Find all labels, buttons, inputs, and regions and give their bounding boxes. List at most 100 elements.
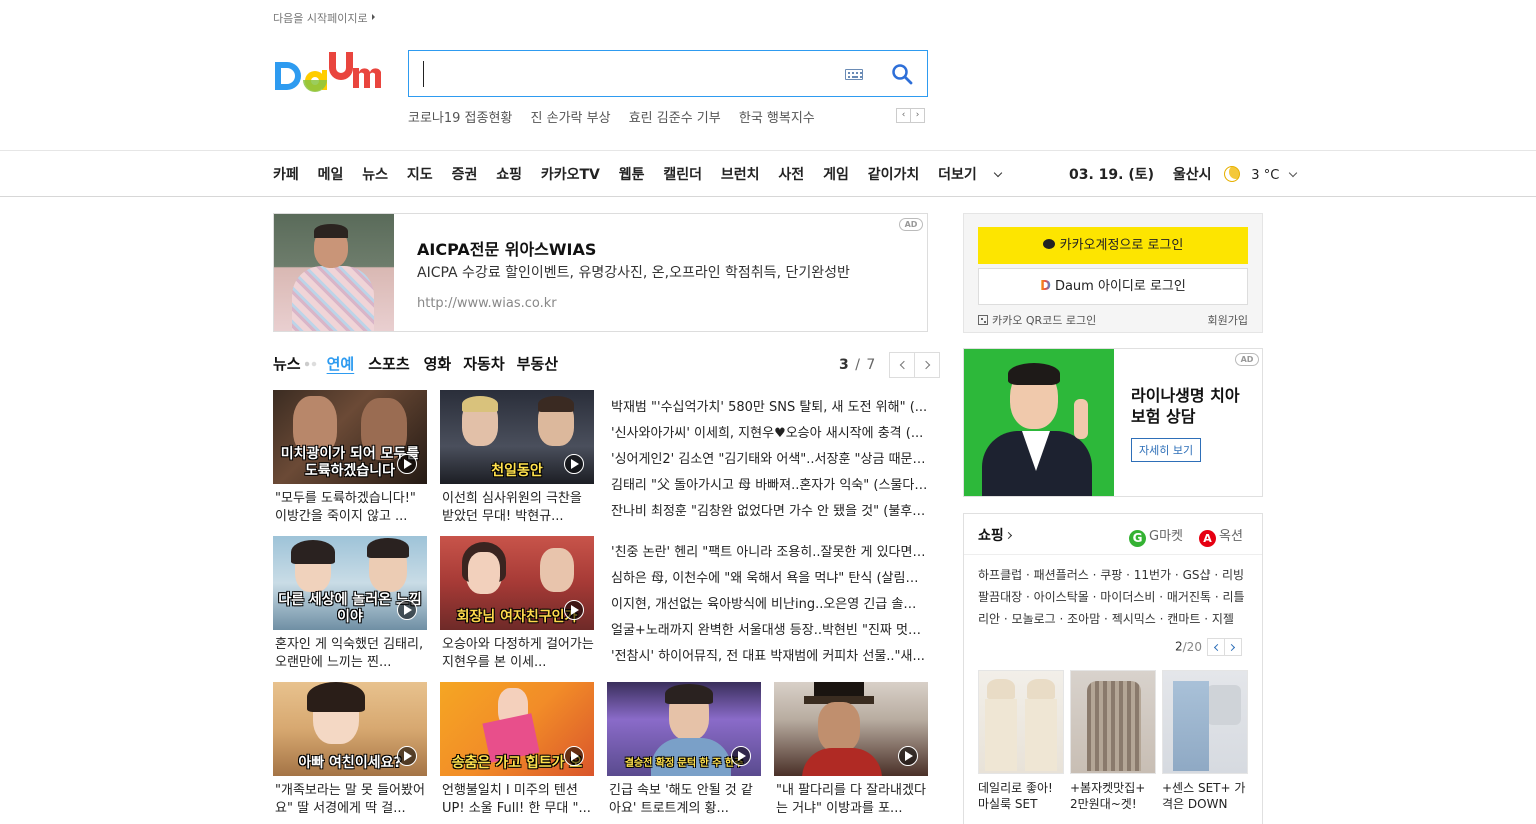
headline-link[interactable]: '전참시' 하이어뮤직, 전 대표 박재범에 커피차 선물.."새... [611, 645, 928, 664]
nav-game[interactable]: 게임 [823, 167, 849, 183]
gmarket-label: G마켓 [1149, 529, 1183, 544]
news-tabs: 뉴스 연예 스포츠 영화 자동차 부동산 [273, 353, 568, 374]
video-thumbnail[interactable]: 송춤은 가고 힙트가 오 [440, 682, 594, 776]
play-icon [397, 600, 417, 620]
headline-link[interactable]: 잔나비 최정훈 "김창완 없었다면 가수 안 됐을 것" (불후의... [611, 500, 928, 519]
tab-car[interactable]: 자동차 [463, 355, 504, 373]
video-caption[interactable]: 혼자인 게 익숙했던 김태리, 오랜만에 느끼는 찐... [275, 636, 429, 672]
video-caption[interactable]: 긴급 속보 '해도 안될 것 같아요' 트로트계의 황... [609, 782, 763, 818]
nav-map[interactable]: 지도 [407, 167, 433, 183]
play-icon [898, 746, 918, 766]
video-thumbnail[interactable]: 아빠 여친이세요? [273, 682, 427, 776]
play-icon [397, 454, 417, 474]
news-pager: 3 / 7 [839, 352, 940, 378]
side-banner-ad[interactable]: 라이나생명 치아보험 상담 자세히 보기 AD [963, 348, 1263, 497]
nav-more[interactable]: 더보기 [938, 167, 1002, 183]
nav-dictionary[interactable]: 사전 [778, 167, 804, 183]
headline-link[interactable]: '싱어게인2' 김소연 "김기태와 어색"..서장훈 "상금 때문에... [611, 448, 928, 467]
video-caption[interactable]: 오승아와 다정하게 걸어가는 지현우를 본 이세... [442, 636, 596, 672]
product-image[interactable] [1070, 670, 1156, 774]
search-input[interactable] [423, 61, 823, 87]
video-caption[interactable]: "내 팔다리를 다 잘라내겠다는 거냐" 이방과를 포... [776, 782, 930, 818]
weather-widget[interactable]: 03. 19. (토) 울산시 3 °C [1069, 164, 1298, 184]
trend-item[interactable]: 코로나19 접종현황 [408, 111, 512, 126]
trend-item[interactable]: 한국 행복지수 [739, 111, 815, 126]
signup-link[interactable]: 회원가입 [1208, 312, 1248, 328]
shopping-prev-button[interactable] [1206, 638, 1225, 656]
shopping-mall-links[interactable]: 하프클럽 · 패션플러스 · 쿠팡 · 11번가 · GS샵 · 리빙팔끔대장 … [978, 564, 1250, 630]
video-thumbnail[interactable]: 다른 세상에 놀러온 느낌이야 [273, 536, 427, 630]
video-caption[interactable]: "개족보라는 말 못 들어봤어요" 딸 서경에게 딱 걸... [275, 782, 429, 818]
headline-link[interactable]: 박재범 "'수십억가치' 580만 SNS 탈퇴, 새 도전 위해" (... [611, 396, 928, 415]
ad-title: 라이나생명 치아보험 상담 [1131, 386, 1240, 426]
nav-webtoon[interactable]: 웹툰 [619, 167, 645, 183]
play-icon [731, 746, 751, 766]
product-caption[interactable]: +봄자켓맛집+ 2만원대~겟! [1070, 780, 1156, 812]
ad-more-button[interactable]: 자세히 보기 [1131, 438, 1202, 462]
video-caption[interactable]: 이선희 심사위원의 극찬을 받았던 무대! 박현규... [442, 490, 596, 526]
nav-shopping[interactable]: 쇼핑 [496, 167, 522, 183]
chevron-left-icon [899, 360, 908, 370]
video-caption[interactable]: 언행불일치 I 미주의 텐션 UP! 소울 Full! 한 무대 "... [442, 782, 596, 818]
ad-badge: AD [1235, 353, 1259, 366]
trend-prev-button[interactable]: ‹ [896, 108, 911, 123]
shopping-title[interactable]: 쇼핑 [978, 525, 1012, 545]
tab-sports[interactable]: 스포츠 [368, 355, 409, 373]
product-caption[interactable]: +센스 SET+ 가격은 DOWN [1162, 780, 1248, 812]
qr-login-link[interactable]: 카카오 QR코드 로그인 [978, 312, 1096, 328]
search-icon[interactable] [890, 62, 914, 86]
login-panel: 카카오계정으로 로그인 D Daum 아이디로 로그인 카카오 QR코드 로그인 … [963, 213, 1263, 333]
tab-entertainment[interactable]: 연예 [327, 355, 355, 373]
nav-kakaotv[interactable]: 카카오TV [541, 167, 600, 183]
nav-cafe[interactable]: 카페 [273, 167, 299, 183]
keyboard-icon[interactable] [845, 69, 863, 80]
product-image[interactable] [1162, 670, 1248, 774]
auction-link[interactable]: A 옥션 [1199, 525, 1243, 547]
nav-brunch[interactable]: 브런치 [721, 167, 760, 183]
product-caption[interactable]: 데일리로 좋아! 마실룩 SET [978, 780, 1064, 812]
ad-description: AICPA 수강료 할인이벤트, 유명강사진, 온,오프라인 학점취득, 단기완… [417, 265, 850, 281]
headline-link[interactable]: '신사와아가씨' 이세희, 지현우♥오승아 새시작에 충격 (... [611, 422, 928, 441]
video-thumbnail[interactable]: 미치광이가 되어 모두를 도륙하겠습니다 [273, 390, 427, 484]
banner-ad[interactable]: AICPA전문 위아스WIAS AICPA 수강료 할인이벤트, 유명강사진, … [273, 213, 928, 332]
qr-code-icon [978, 315, 988, 325]
product-image[interactable] [978, 670, 1064, 774]
headline-link[interactable]: 얼굴+노래까지 완벽한 서울대생 등장..박현빈 "진짜 멋지다... [611, 619, 928, 638]
tab-realestate[interactable]: 부동산 [517, 355, 558, 373]
shopping-next-button[interactable] [1223, 638, 1242, 656]
news-prev-button[interactable] [888, 352, 915, 378]
kakao-talk-icon [1042, 239, 1055, 249]
divider [0, 196, 1536, 197]
video-thumbnail[interactable]: 결승전 확정 문턱 한 주 한주 [607, 682, 761, 776]
headline-link[interactable]: 이지현, 개선없는 육아방식에 비난ing..오은영 긴급 솔루션... [611, 593, 928, 612]
video-thumbnail[interactable]: 회장님 여자친구인가 [440, 536, 594, 630]
nav-more-label: 더보기 [938, 167, 977, 183]
headline-link[interactable]: 김태리 "父 돌아가시고 母 바빠져..혼자가 익숙" (스물다섯... [611, 474, 928, 493]
nav-stock[interactable]: 증권 [452, 167, 478, 183]
video-thumbnail[interactable] [774, 682, 928, 776]
trend-next-button[interactable]: › [910, 108, 925, 123]
search-box [408, 50, 928, 97]
daum-logo[interactable] [273, 50, 389, 98]
tab-movie[interactable]: 영화 [424, 355, 452, 373]
nav-news[interactable]: 뉴스 [362, 167, 388, 183]
nav-calendar[interactable]: 캘린더 [663, 167, 702, 183]
gmarket-link[interactable]: G G마켓 [1129, 525, 1183, 547]
video-caption[interactable]: "모두를 도륙하겠습니다!" 이방간을 죽이지 않고 ... [275, 490, 429, 526]
play-icon [564, 600, 584, 620]
headline-link[interactable]: 심하은 母, 이천수에 "왜 욱해서 욕을 먹냐" 탄식 (살림남)... [611, 567, 928, 586]
nav-mail[interactable]: 메일 [318, 167, 344, 183]
video-thumbnail[interactable]: 천일동안 [440, 390, 594, 484]
trend-item[interactable]: 효린 김준수 기부 [629, 111, 721, 126]
nav-together[interactable]: 같이가치 [868, 167, 920, 183]
dots-icon [304, 361, 319, 367]
daum-login-button[interactable]: D Daum 아이디로 로그인 [978, 268, 1248, 305]
tab-news[interactable]: 뉴스 [273, 355, 301, 373]
kakao-login-button[interactable]: 카카오계정으로 로그인 [978, 227, 1248, 264]
play-icon [564, 746, 584, 766]
trend-item[interactable]: 진 손가락 부상 [531, 111, 611, 126]
headline-link[interactable]: '친중 논란' 헨리 "팩트 아니라 조용히..잘못한 게 있다면"... [611, 541, 928, 560]
news-next-button[interactable] [913, 352, 940, 378]
page-total: /20 [1182, 639, 1202, 654]
set-homepage-link[interactable]: 다음을 시작페이지로 [273, 10, 375, 26]
